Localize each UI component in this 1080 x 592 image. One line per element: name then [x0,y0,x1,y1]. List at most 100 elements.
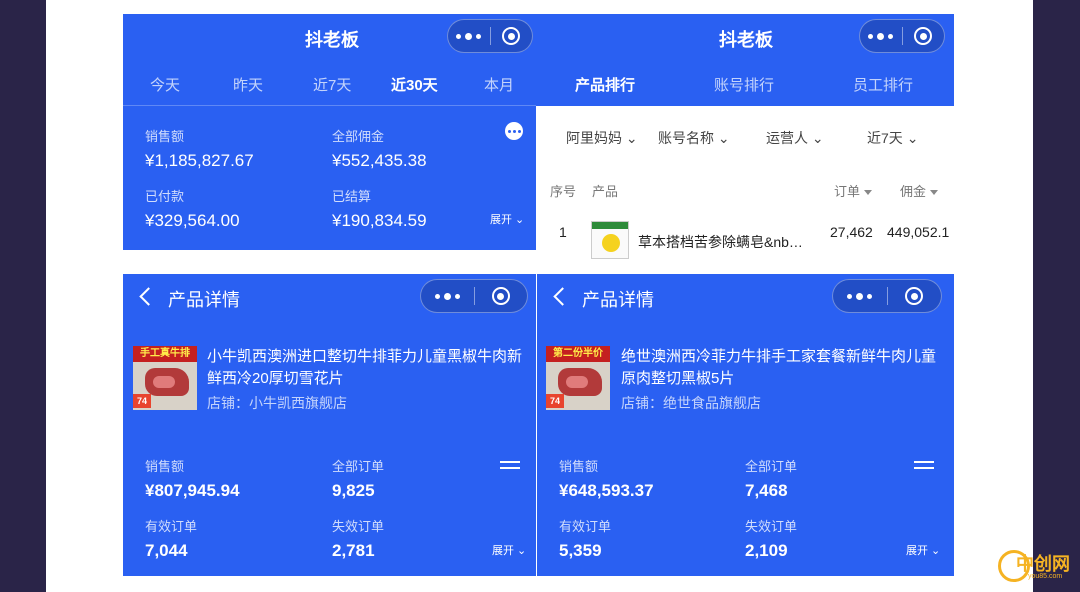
product-image: 手工真牛排 74 [133,346,197,410]
sales-value: ¥1,185,827.67 [145,151,254,170]
tab-this-month[interactable]: 本月 [484,74,514,95]
shop-name: 店铺：小牛凯西旗舰店 [207,395,347,411]
all-orders-value: 7,468 [745,481,788,500]
row-product: 草本搭档苦参除螨皂&nb… [638,234,803,250]
tab-account-ranking[interactable]: 账号排行 [714,74,774,95]
product-name: 小牛凯西澳洲进口整切牛排菲力儿童黑椒牛肉新鲜西冷20厚切雪花片 [207,348,523,387]
tabs-divider [123,105,536,106]
settled-value: ¥190,834.59 [332,211,427,230]
swap-icon[interactable] [914,457,936,473]
page-title: 产品详情 [168,290,240,310]
valid-orders-label: 有效订单 [145,519,198,534]
filter-account-label: 账号名称 [658,130,714,146]
filter-operator[interactable]: 运营人 ⌄ [766,128,824,148]
more-icon[interactable] [421,292,474,300]
product-image: 第二份半价 74 [546,346,610,410]
product-detail-panel-2: 产品详情 第二份半价 74 绝世澳洲西冷菲力牛排手工家套餐新鲜牛肉儿童原肉整切黑… [537,274,954,576]
column-commission[interactable]: 佣金 [900,181,939,200]
close-target-icon[interactable] [490,27,532,45]
all-orders-label: 全部订单 [332,459,385,474]
paid-label: 已付款 [145,189,185,204]
close-target-icon[interactable] [474,287,527,305]
tab-staff-ranking[interactable]: 员工排行 [853,74,913,95]
chevron-down-icon: ⌄ [811,130,824,146]
settled-label: 已结算 [332,189,372,204]
product-name: 绝世澳洲西冷菲力牛排手工家套餐新鲜牛肉儿童原肉整切黑椒5片 [621,348,937,387]
miniprogram-capsule[interactable] [420,279,528,313]
more-icon[interactable] [448,32,490,40]
ranking-panel: 抖老板 产品排行 账号排行 员工排行 阿里妈妈 ⌄ 账号名称 ⌄ 运营人 ⌄ 近… [536,14,954,266]
sales-value: ¥648,593.37 [559,481,654,500]
product-detail-panel: 产品详情 手工真牛排 74 小牛凯西澳洲进口整切牛排菲力儿童黑椒牛肉新鲜西冷20… [123,274,536,576]
tab-product-ranking[interactable]: 产品排行 [575,74,635,95]
valid-orders-value: 5,359 [559,541,602,560]
sales-label: 销售额 [559,459,599,474]
expand-label: 展开 [906,545,928,557]
all-orders-value: 9,825 [332,481,375,500]
page-title: 抖老板 [305,30,359,50]
sort-caret-icon [864,190,873,196]
page-title: 产品详情 [582,290,654,310]
thumb-banner: 第二份半价 [546,346,610,362]
sales-value: ¥807,945.94 [145,481,240,500]
column-orders[interactable]: 订单 [834,181,873,200]
close-target-icon[interactable] [902,27,944,45]
row-orders: 27,462 [830,224,873,240]
filter-period[interactable]: 近7天 ⌄ [867,128,918,148]
chevron-down-icon: ⌄ [906,130,919,146]
invalid-orders-value: 2,781 [332,541,375,560]
chevron-down-icon: ⌄ [717,130,730,146]
more-options-icon[interactable] [505,122,523,140]
back-arrow-icon[interactable] [553,287,572,306]
valid-orders-label: 有效订单 [559,519,612,534]
tab-today[interactable]: 今天 [150,74,180,95]
shop-name: 店铺：绝世食品旗舰店 [621,395,761,411]
filter-platform-label: 阿里妈妈 [566,130,622,146]
expand-label: 展开 [490,214,512,226]
tab-30days[interactable]: 近30天 [391,74,438,95]
close-target-icon[interactable] [887,287,941,305]
thumb-price: 74 [133,394,151,408]
miniprogram-capsule[interactable] [859,19,945,53]
swap-icon[interactable] [500,457,522,473]
watermark-logo: 中创网 you85.com [998,548,1076,586]
expand-button[interactable]: 展开 ⌄ [492,542,526,558]
miniprogram-capsule[interactable] [447,19,533,53]
expand-button[interactable]: 展开 ⌄ [906,542,940,558]
filter-operator-label: 运营人 [766,130,808,146]
invalid-orders-label: 失效订单 [332,519,385,534]
invalid-orders-value: 2,109 [745,541,788,560]
back-arrow-icon[interactable] [139,287,158,306]
expand-label: 展开 [492,545,514,557]
sort-caret-icon [930,190,939,196]
sales-label: 销售额 [145,459,185,474]
column-product: 产品 [592,184,619,199]
thumb-price: 74 [546,394,564,408]
invalid-orders-label: 失效订单 [745,519,798,534]
watermark-subtext: you85.com [1028,573,1063,580]
more-icon[interactable] [833,292,887,300]
tab-yesterday[interactable]: 昨天 [233,74,263,95]
all-orders-label: 全部订单 [745,459,798,474]
filter-platform[interactable]: 阿里妈妈 ⌄ [566,128,638,148]
column-index: 序号 [550,184,577,199]
row-commission: 449,052.1 [887,224,950,240]
sales-label: 销售额 [145,129,185,144]
commission-label: 全部佣金 [332,129,385,144]
column-orders-label: 订单 [834,184,861,199]
filter-period-label: 近7天 [867,130,903,146]
ranking-header: 抖老板 产品排行 账号排行 员工排行 [536,14,954,106]
row-index: 1 [559,224,567,240]
product-thumbnail [591,221,629,259]
paid-value: ¥329,564.00 [145,211,240,230]
valid-orders-value: 7,044 [145,541,188,560]
miniprogram-capsule[interactable] [832,279,942,313]
tab-7days[interactable]: 近7天 [313,74,351,95]
overview-panel: 抖老板 今天 昨天 近7天 近30天 本月 销售额 ¥1,185,827.67 … [123,14,536,250]
more-icon[interactable] [860,32,902,40]
expand-button[interactable]: 展开 ⌄ [490,211,524,227]
column-commission-label: 佣金 [900,184,927,199]
thumb-banner: 手工真牛排 [133,346,197,362]
commission-value: ¥552,435.38 [332,151,427,170]
filter-account[interactable]: 账号名称 ⌄ [658,128,730,148]
